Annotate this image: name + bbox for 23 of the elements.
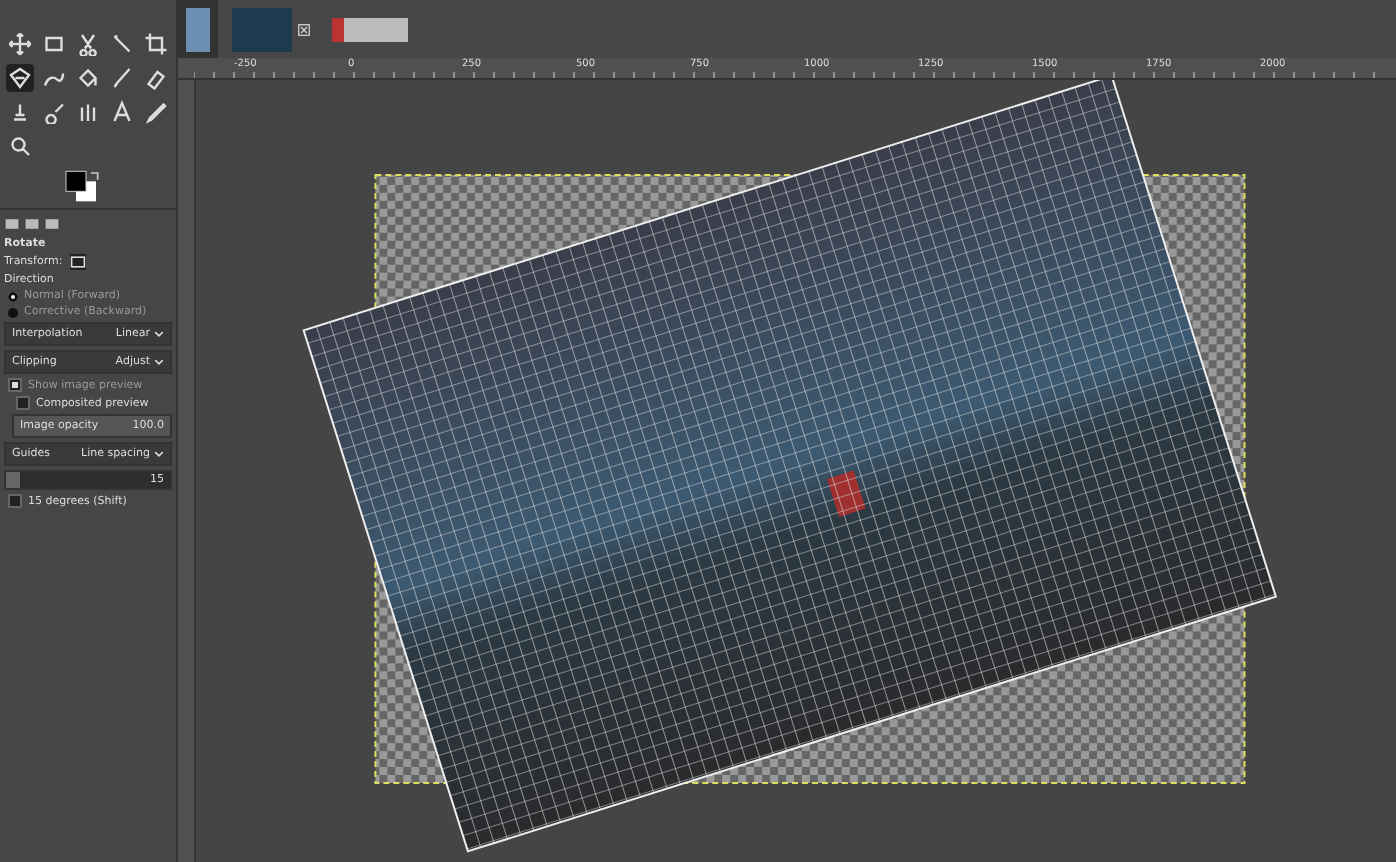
text-icon[interactable]	[108, 98, 136, 126]
crop-icon[interactable]	[142, 30, 170, 58]
radio-button[interactable]	[8, 291, 18, 301]
close-icon[interactable]	[298, 23, 310, 36]
wand-icon[interactable]	[108, 30, 136, 58]
chevron-down-icon	[154, 450, 164, 458]
chevron-down-icon	[154, 358, 164, 366]
radio-button[interactable]	[8, 307, 18, 317]
move-icon[interactable]	[6, 30, 34, 58]
brush-icon[interactable]	[108, 64, 136, 92]
checkbox[interactable]	[16, 396, 30, 410]
bucket-icon[interactable]	[74, 64, 102, 92]
scissors-icon[interactable]	[74, 30, 102, 58]
layer-mode-icon[interactable]	[70, 254, 87, 270]
smudge-icon[interactable]	[40, 98, 68, 126]
checkbox[interactable]	[8, 378, 22, 392]
eraser-icon[interactable]	[142, 64, 170, 92]
pipette-icon[interactable]	[142, 98, 170, 126]
checkbox[interactable]	[8, 494, 22, 508]
zoom-icon[interactable]	[6, 132, 34, 160]
transform-icon[interactable]	[6, 64, 34, 92]
chevron-down-icon	[154, 330, 164, 338]
image-tab[interactable]	[178, 0, 218, 59]
